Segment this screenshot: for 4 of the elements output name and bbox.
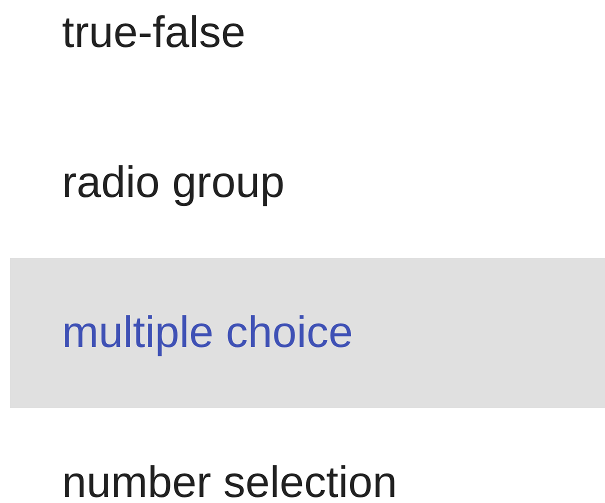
list-item[interactable]: radio group [10,108,605,258]
list-item[interactable]: number selection [10,408,605,503]
list-item[interactable]: multiple choice [10,258,605,408]
list-item[interactable]: true-false [10,0,605,108]
